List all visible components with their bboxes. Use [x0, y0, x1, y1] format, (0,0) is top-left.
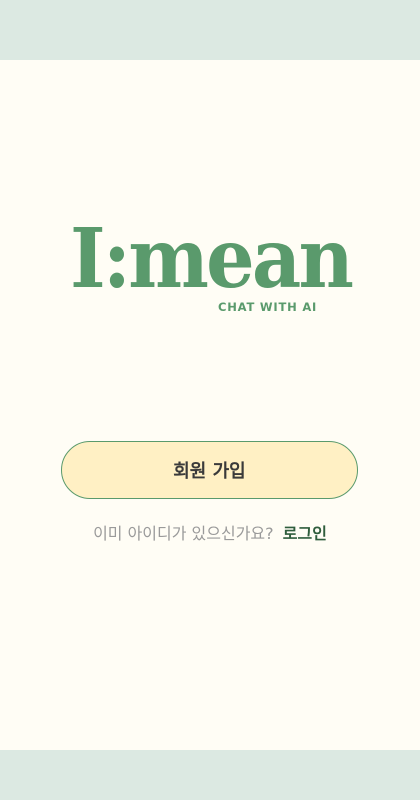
login-prompt: 이미 아이디가 있으신가요? [93, 524, 274, 543]
top-band [0, 0, 420, 60]
login-row: 이미 아이디가 있으신가요? 로그인 [0, 520, 420, 544]
bottom-band [0, 750, 420, 800]
welcome-screen: I:mean CHAT WITH AI 회원 가입 이미 아이디가 있으신가요?… [0, 60, 420, 750]
signup-button[interactable]: 회원 가입 [61, 441, 358, 499]
app-logo: I:mean CHAT WITH AI [70, 211, 354, 314]
logo-wordmark: I:mean [70, 211, 354, 307]
logo-tagline: CHAT WITH AI [218, 300, 318, 314]
login-link[interactable]: 로그인 [283, 524, 327, 543]
signup-button-label: 회원 가입 [173, 461, 246, 482]
